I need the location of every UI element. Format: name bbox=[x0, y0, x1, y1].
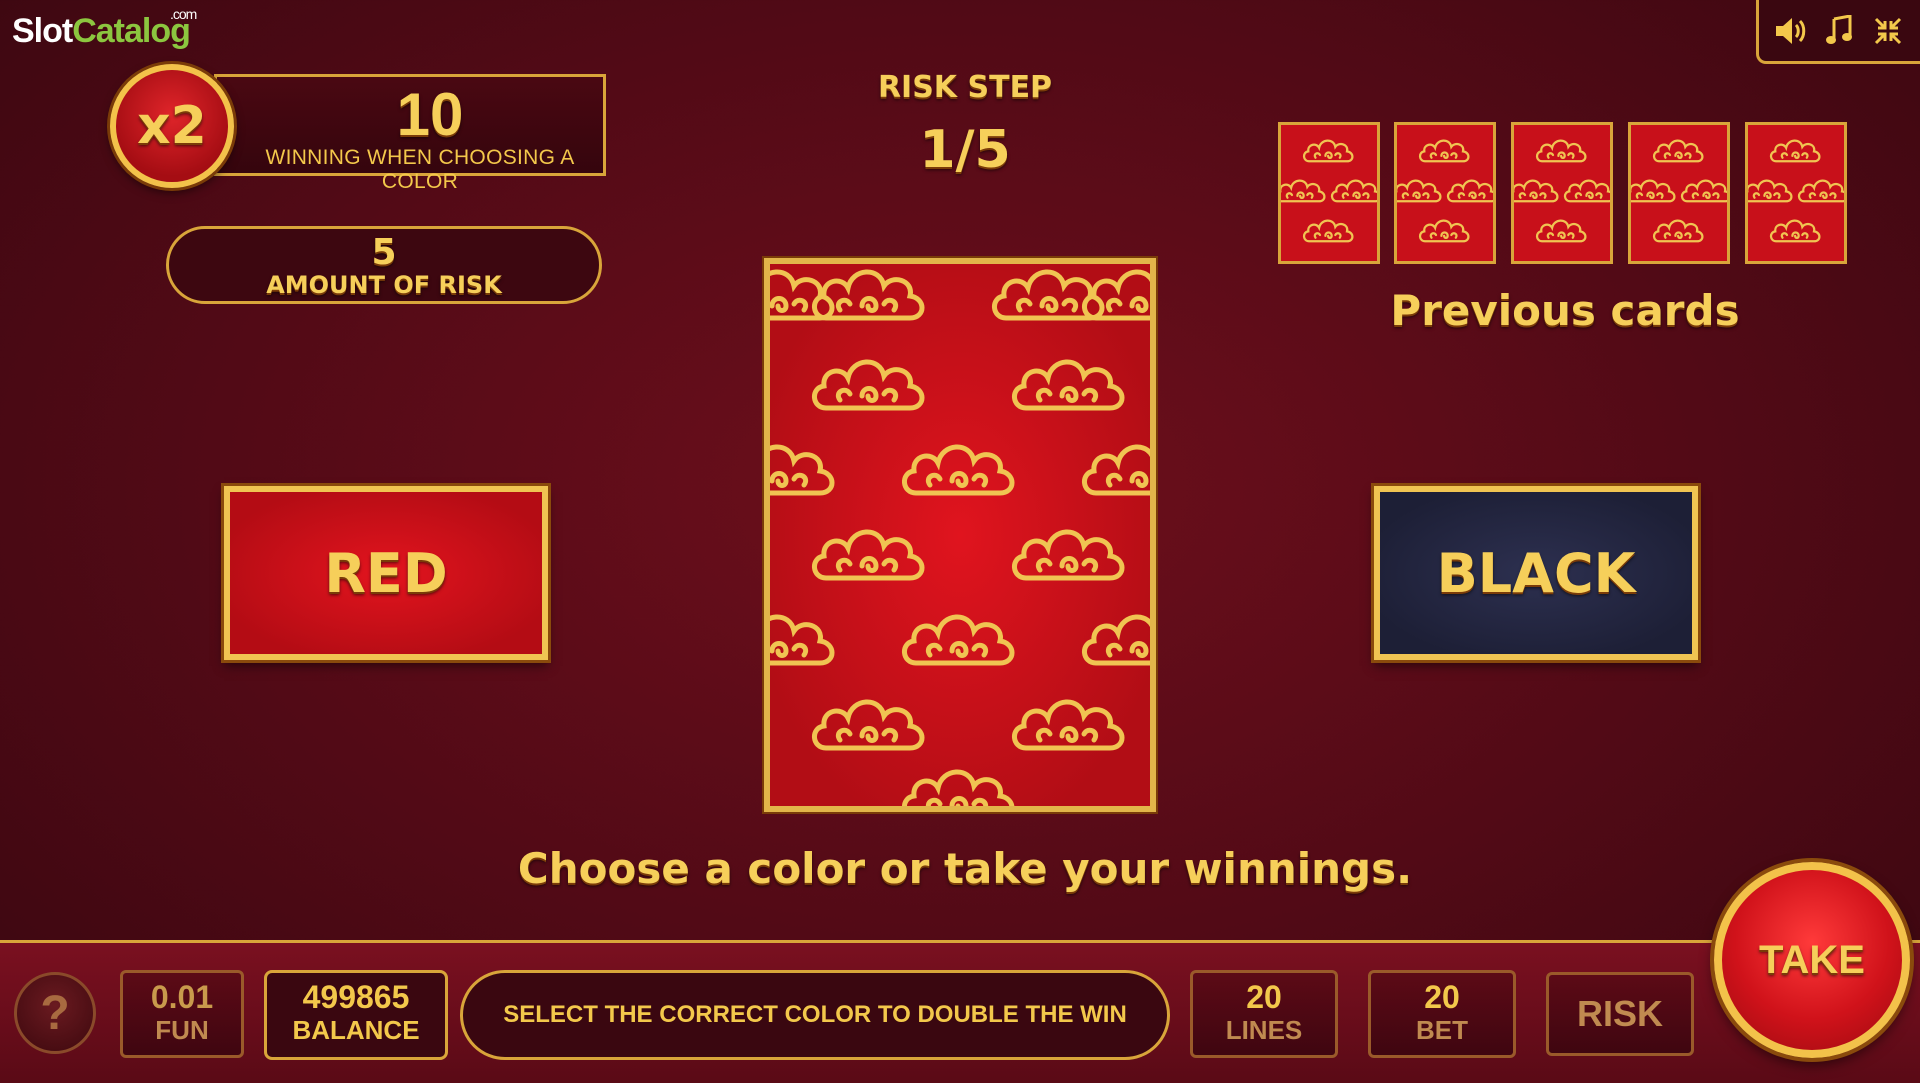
lines-value: 20 bbox=[1246, 979, 1282, 1015]
card-back bbox=[764, 258, 1156, 812]
red-button[interactable]: RED bbox=[224, 486, 548, 660]
bet-label: BET bbox=[1416, 1015, 1468, 1045]
slotcatalog-logo: SlotCatalog .com bbox=[12, 6, 197, 51]
collapse-icon[interactable] bbox=[1870, 13, 1906, 49]
logo-com: .com bbox=[170, 6, 197, 22]
lines-label: LINES bbox=[1225, 1015, 1303, 1045]
risk-button[interactable]: RISK bbox=[1546, 972, 1694, 1056]
lines-box[interactable]: 20 LINES bbox=[1190, 970, 1338, 1058]
music-note-icon[interactable] bbox=[1821, 13, 1857, 49]
previous-card bbox=[1745, 122, 1847, 264]
help-button[interactable]: ? bbox=[14, 972, 96, 1054]
coin-value-box[interactable]: 0.01 FUN bbox=[120, 970, 244, 1058]
previous-card bbox=[1394, 122, 1496, 264]
risk-amount-value: 5 bbox=[371, 232, 397, 273]
balance-box: 499865 BALANCE bbox=[264, 970, 448, 1060]
balance-label: BALANCE bbox=[292, 1015, 420, 1045]
coin-value: 0.01 bbox=[150, 979, 214, 1015]
previous-card bbox=[1278, 122, 1380, 264]
previous-card bbox=[1511, 122, 1613, 264]
multiplier-win-value: 10 bbox=[396, 81, 464, 148]
message-box: SELECT THE CORRECT COLOR TO DOUBLE THE W… bbox=[460, 970, 1170, 1060]
audio-controls bbox=[1756, 0, 1920, 64]
risk-amount-panel: 5 AMOUNT OF RISK bbox=[166, 226, 602, 304]
bet-box[interactable]: 20 BET bbox=[1368, 970, 1516, 1058]
take-button[interactable]: TAKE bbox=[1714, 862, 1910, 1058]
multiplier-caption: WINNING WHEN CHOOSING A COLOR bbox=[265, 146, 575, 193]
speaker-icon[interactable] bbox=[1773, 13, 1809, 49]
logo-slot: Slot bbox=[12, 12, 73, 50]
balance-value: 499865 bbox=[302, 979, 410, 1015]
previous-cards-label: Previous cards bbox=[1390, 286, 1740, 335]
coin-value-label: FUN bbox=[155, 1015, 209, 1045]
instruction-text: Choose a color or take your winnings. bbox=[517, 844, 1413, 893]
message-text: SELECT THE CORRECT COLOR TO DOUBLE THE W… bbox=[503, 1001, 1127, 1028]
black-button[interactable]: BLACK bbox=[1374, 486, 1698, 660]
risk-amount-caption: AMOUNT OF RISK bbox=[266, 271, 502, 299]
previous-card bbox=[1628, 122, 1730, 264]
multiplier-badge: x2 bbox=[110, 64, 234, 188]
risk-step-label: RISK STEP bbox=[877, 70, 1053, 105]
risk-step-value: 1/5 bbox=[919, 120, 1011, 180]
bet-value: 20 bbox=[1424, 979, 1460, 1015]
